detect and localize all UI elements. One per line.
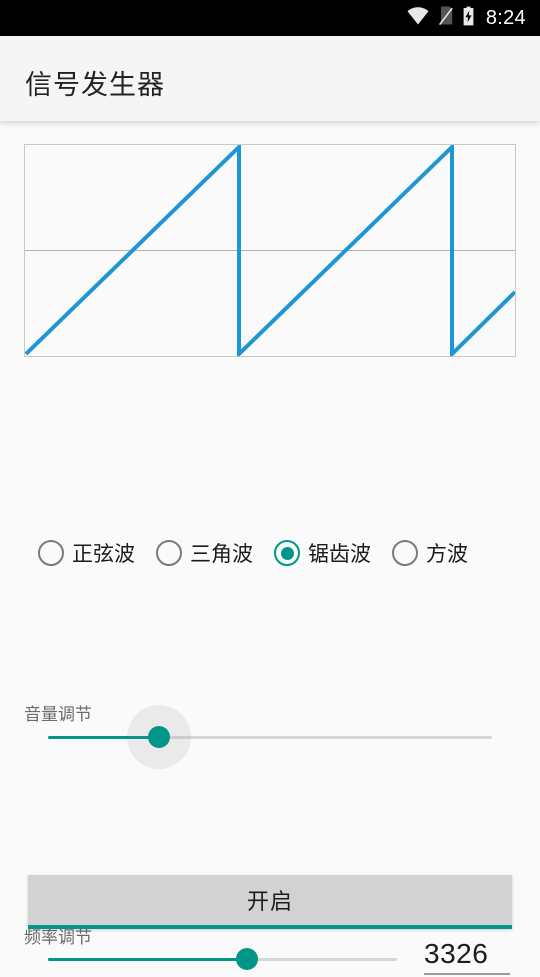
frequency-value[interactable]: 3326 — [424, 938, 488, 970]
frequency-input-field[interactable]: 3326 — [424, 927, 510, 975]
radio-option-triangle[interactable]: 三角波 — [156, 538, 253, 568]
waveform-type-radio-group[interactable]: 正弦波 三角波 锯齿波 方波 — [38, 533, 518, 573]
radio-label-sine: 正弦波 — [72, 542, 135, 566]
volume-slider[interactable] — [48, 705, 492, 769]
main-content: 正弦波 三角波 锯齿波 方波 音量调节 频率调节 3326 开启 — [0, 121, 540, 975]
app-bar: 信号发生器 — [0, 36, 540, 121]
radio-option-sine[interactable]: 正弦波 — [38, 538, 135, 568]
wifi-icon — [407, 6, 429, 30]
radio-label-sawtooth: 锯齿波 — [308, 542, 371, 566]
frequency-slider-thumb[interactable] — [235, 948, 258, 970]
start-button-label: 开启 — [246, 890, 293, 915]
status-bar-icons — [407, 6, 475, 31]
radio-circle-checked-icon — [274, 540, 300, 566]
volume-slider-thumb[interactable] — [148, 726, 170, 748]
status-bar: 8:24 — [0, 0, 540, 36]
waveform-preview — [24, 144, 516, 357]
start-button[interactable]: 开启 — [28, 875, 512, 929]
frequency-slider[interactable] — [48, 941, 397, 977]
radio-circle-icon — [38, 540, 64, 566]
radio-circle-icon — [156, 540, 182, 566]
sim-card-off-icon — [438, 6, 453, 30]
battery-charging-icon — [462, 6, 475, 31]
radio-label-square: 方波 — [426, 542, 468, 566]
page-title: 信号发生器 — [25, 70, 165, 101]
radio-option-square[interactable]: 方波 — [392, 538, 468, 568]
radio-option-sawtooth[interactable]: 锯齿波 — [274, 538, 371, 568]
radio-label-triangle: 三角波 — [190, 542, 253, 566]
waveform-chart — [25, 145, 515, 356]
status-bar-clock: 8:24 — [485, 6, 526, 29]
radio-circle-icon — [392, 540, 418, 566]
